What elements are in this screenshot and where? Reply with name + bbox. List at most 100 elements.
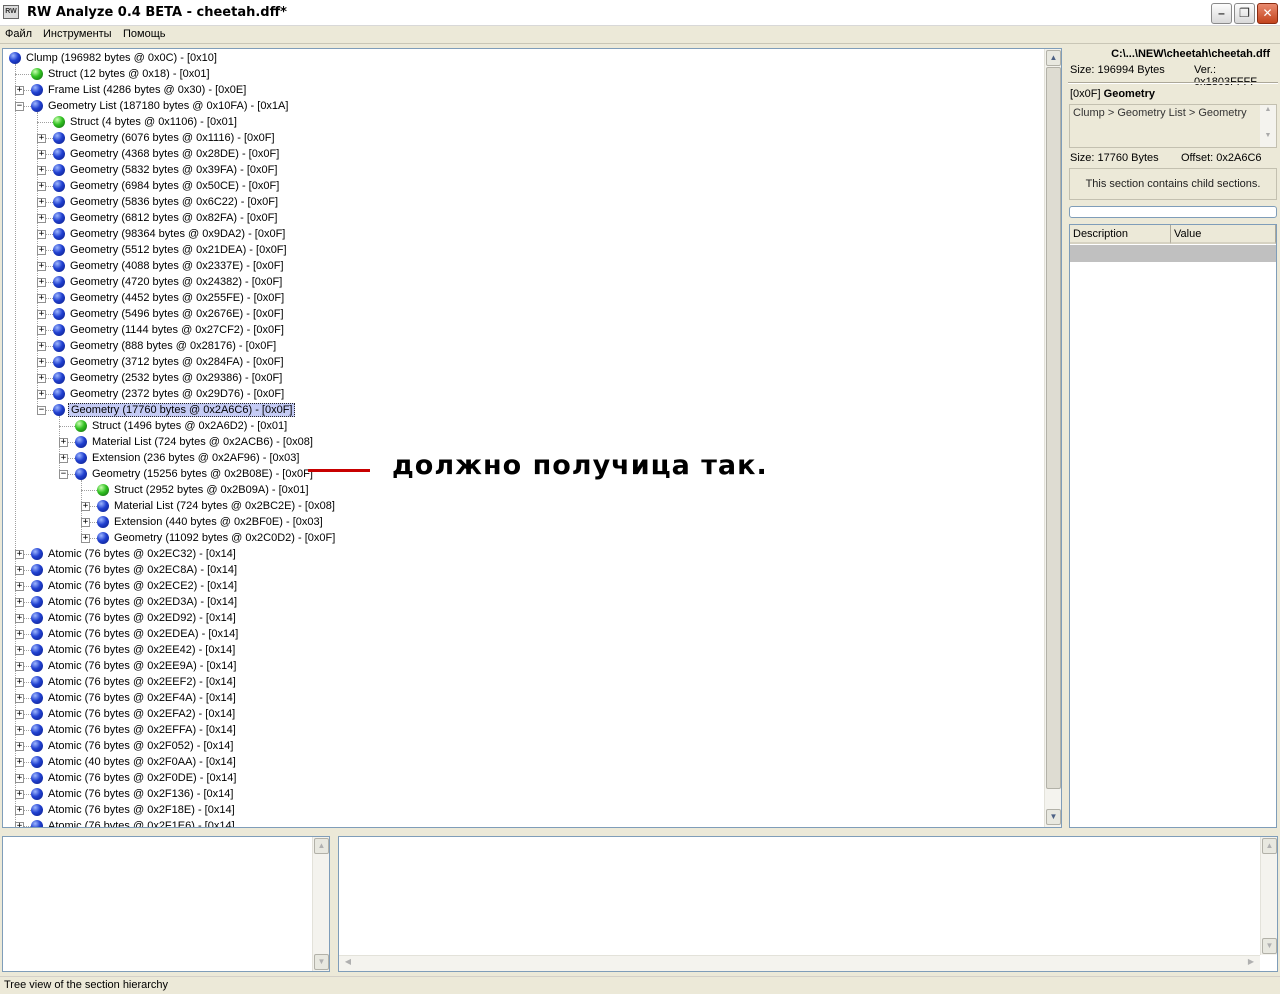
tree-node[interactable]: Geometry (4088 bytes @ 0x2337E) - [0x0F] xyxy=(68,259,286,273)
tree-node[interactable]: Geometry (1144 bytes @ 0x27CF2) - [0x0F] xyxy=(68,323,286,337)
close-button[interactable]: ✕ xyxy=(1257,3,1278,24)
tree-node[interactable]: Atomic (76 bytes @ 0x2EC8A) - [0x14] xyxy=(46,563,239,577)
expand-icon[interactable]: + xyxy=(15,822,24,827)
expand-icon[interactable]: + xyxy=(37,310,46,319)
menu-tools[interactable]: Инструменты xyxy=(43,28,112,40)
expand-icon[interactable]: + xyxy=(15,598,24,607)
tree-node[interactable]: Atomic (40 bytes @ 0x2F0AA) - [0x14] xyxy=(46,755,238,769)
tree-node[interactable]: Geometry (15256 bytes @ 0x2B08E) - [0x0F… xyxy=(90,467,315,481)
expand-icon[interactable]: + xyxy=(15,646,24,655)
collapse-icon[interactable]: − xyxy=(15,102,24,111)
expand-icon[interactable]: + xyxy=(37,230,46,239)
expand-icon[interactable]: + xyxy=(37,374,46,383)
tree-node[interactable]: Geometry List (187180 bytes @ 0x10FA) - … xyxy=(46,99,290,113)
title-bar[interactable]: RW RW Analyze 0.4 BETA - cheetah.dff* – … xyxy=(0,0,1280,26)
scroll-down-icon[interactable]: ▼ xyxy=(314,954,329,970)
scroll-down-icon[interactable]: ▼ xyxy=(1261,132,1275,146)
expand-icon[interactable]: + xyxy=(15,86,24,95)
bottom-right-hscrollbar[interactable]: ◀ ▶ xyxy=(339,955,1260,971)
scroll-up-icon[interactable]: ▲ xyxy=(1262,838,1277,854)
expand-icon[interactable]: + xyxy=(15,550,24,559)
tree-vscrollbar[interactable]: ▲ ▼ xyxy=(1044,49,1061,827)
tree-node[interactable]: Extension (440 bytes @ 0x2BF0E) - [0x03] xyxy=(112,515,325,529)
bottom-right-vscrollbar[interactable]: ▲ ▼ xyxy=(1260,837,1277,955)
bottom-left-pane[interactable]: ▲ ▼ xyxy=(2,836,330,972)
tree-node[interactable]: Atomic (76 bytes @ 0x2F1E6) - [0x14] xyxy=(46,819,237,827)
expand-icon[interactable]: + xyxy=(37,182,46,191)
section-tree[interactable]: Clump (196982 bytes @ 0x0C) - [0x10] Stru… xyxy=(2,48,1062,828)
tree-node[interactable]: Geometry (11092 bytes @ 0x2C0D2) - [0x0F… xyxy=(112,531,337,545)
properties-table[interactable]: Description Value xyxy=(1069,224,1277,828)
tree-node[interactable]: Atomic (76 bytes @ 0x2ECE2) - [0x14] xyxy=(46,579,239,593)
menu-file[interactable]: Файл xyxy=(5,28,32,40)
tree-node[interactable]: Atomic (76 bytes @ 0x2EEF2) - [0x14] xyxy=(46,675,238,689)
expand-icon[interactable]: + xyxy=(37,166,46,175)
expand-icon[interactable]: + xyxy=(15,742,24,751)
breadcrumb[interactable]: Clump > Geometry List > Geometry ▲ ▼ xyxy=(1069,104,1277,148)
expand-icon[interactable]: + xyxy=(37,134,46,143)
scroll-thumb[interactable] xyxy=(1046,67,1061,789)
tree-node-selected[interactable]: Geometry (17760 bytes @ 0x2A6C6) - [0x0F… xyxy=(68,403,296,417)
tree-node[interactable]: Extension (236 bytes @ 0x2AF96) - [0x03] xyxy=(90,451,301,465)
column-description[interactable]: Description xyxy=(1070,225,1171,244)
minimize-button[interactable]: – xyxy=(1211,3,1232,24)
tree-node[interactable]: Clump (196982 bytes @ 0x0C) - [0x10] xyxy=(24,51,219,65)
expand-icon[interactable]: + xyxy=(59,454,68,463)
tree-node[interactable]: Atomic (76 bytes @ 0x2F0DE) - [0x14] xyxy=(46,771,238,785)
scroll-up-icon[interactable]: ▲ xyxy=(1046,50,1061,66)
tree-node[interactable]: Atomic (76 bytes @ 0x2F136) - [0x14] xyxy=(46,787,235,801)
tree-node[interactable]: Atomic (76 bytes @ 0x2F18E) - [0x14] xyxy=(46,803,237,817)
tree-node[interactable]: Atomic (76 bytes @ 0x2EC32) - [0x14] xyxy=(46,547,238,561)
tree-node[interactable]: Struct (2952 bytes @ 0x2B09A) - [0x01] xyxy=(112,483,311,497)
tree-node[interactable]: Material List (724 bytes @ 0x2BC2E) - [0… xyxy=(112,499,337,513)
tree-node[interactable]: Atomic (76 bytes @ 0x2ED92) - [0x14] xyxy=(46,611,238,625)
tree-node[interactable]: Material List (724 bytes @ 0x2ACB6) - [0… xyxy=(90,435,315,449)
scroll-up-icon[interactable]: ▲ xyxy=(1261,106,1275,120)
tree-node[interactable]: Geometry (5512 bytes @ 0x21DEA) - [0x0F] xyxy=(68,243,289,257)
tree-node[interactable]: Frame List (4286 bytes @ 0x30) - [0x0E] xyxy=(46,83,248,97)
tree-node[interactable]: Geometry (4368 bytes @ 0x28DE) - [0x0F] xyxy=(68,147,281,161)
expand-icon[interactable]: + xyxy=(37,390,46,399)
tree-node[interactable]: Atomic (76 bytes @ 0x2EDEA) - [0x14] xyxy=(46,627,240,641)
tree-node[interactable]: Geometry (4452 bytes @ 0x255FE) - [0x0F] xyxy=(68,291,286,305)
tree-node[interactable]: Geometry (4720 bytes @ 0x24382) - [0x0F] xyxy=(68,275,284,289)
expand-icon[interactable]: + xyxy=(81,534,90,543)
scroll-up-icon[interactable]: ▲ xyxy=(314,838,329,854)
collapse-icon[interactable]: − xyxy=(37,406,46,415)
tree-node[interactable]: Geometry (5496 bytes @ 0x2676E) - [0x0F] xyxy=(68,307,286,321)
expand-icon[interactable]: + xyxy=(37,326,46,335)
scroll-left-icon[interactable]: ◀ xyxy=(340,957,356,971)
tree-node[interactable]: Atomic (76 bytes @ 0x2EF4A) - [0x14] xyxy=(46,691,238,705)
tree-node[interactable]: Geometry (2532 bytes @ 0x29386) - [0x0F] xyxy=(68,371,284,385)
bottom-left-vscrollbar[interactable]: ▲ ▼ xyxy=(312,837,329,971)
expand-icon[interactable]: + xyxy=(15,758,24,767)
expand-icon[interactable]: + xyxy=(59,438,68,447)
tree-node[interactable]: Geometry (6812 bytes @ 0x82FA) - [0x0F] xyxy=(68,211,279,225)
menu-help[interactable]: Помощь xyxy=(123,28,166,40)
expand-icon[interactable]: + xyxy=(15,582,24,591)
expand-icon[interactable]: + xyxy=(15,806,24,815)
expand-icon[interactable]: + xyxy=(15,710,24,719)
expand-icon[interactable]: + xyxy=(37,358,46,367)
expand-icon[interactable]: + xyxy=(37,294,46,303)
restore-button[interactable]: ❐ xyxy=(1234,3,1255,24)
bottom-right-pane[interactable]: ▲ ▼ ◀ ▶ xyxy=(338,836,1278,972)
tree-node[interactable]: Struct (1496 bytes @ 0x2A6D2) - [0x01] xyxy=(90,419,289,433)
tree-node[interactable]: Struct (4 bytes @ 0x1106) - [0x01] xyxy=(68,115,239,129)
expand-icon[interactable]: + xyxy=(37,342,46,351)
tree-node[interactable]: Atomic (76 bytes @ 0x2ED3A) - [0x14] xyxy=(46,595,239,609)
expand-icon[interactable]: + xyxy=(37,198,46,207)
scroll-right-icon[interactable]: ▶ xyxy=(1243,957,1259,971)
table-row[interactable] xyxy=(1070,245,1276,262)
expand-icon[interactable]: + xyxy=(15,790,24,799)
expand-icon[interactable]: + xyxy=(37,262,46,271)
tree-node[interactable]: Geometry (2372 bytes @ 0x29D76) - [0x0F] xyxy=(68,387,286,401)
expand-icon[interactable]: + xyxy=(15,662,24,671)
expand-icon[interactable]: + xyxy=(37,150,46,159)
expand-icon[interactable]: + xyxy=(15,774,24,783)
scroll-down-icon[interactable]: ▼ xyxy=(1262,938,1277,954)
scroll-down-icon[interactable]: ▼ xyxy=(1046,809,1061,825)
expand-icon[interactable]: + xyxy=(15,630,24,639)
tree-node[interactable]: Atomic (76 bytes @ 0x2EFFA) - [0x14] xyxy=(46,723,238,737)
column-value[interactable]: Value xyxy=(1171,225,1276,244)
